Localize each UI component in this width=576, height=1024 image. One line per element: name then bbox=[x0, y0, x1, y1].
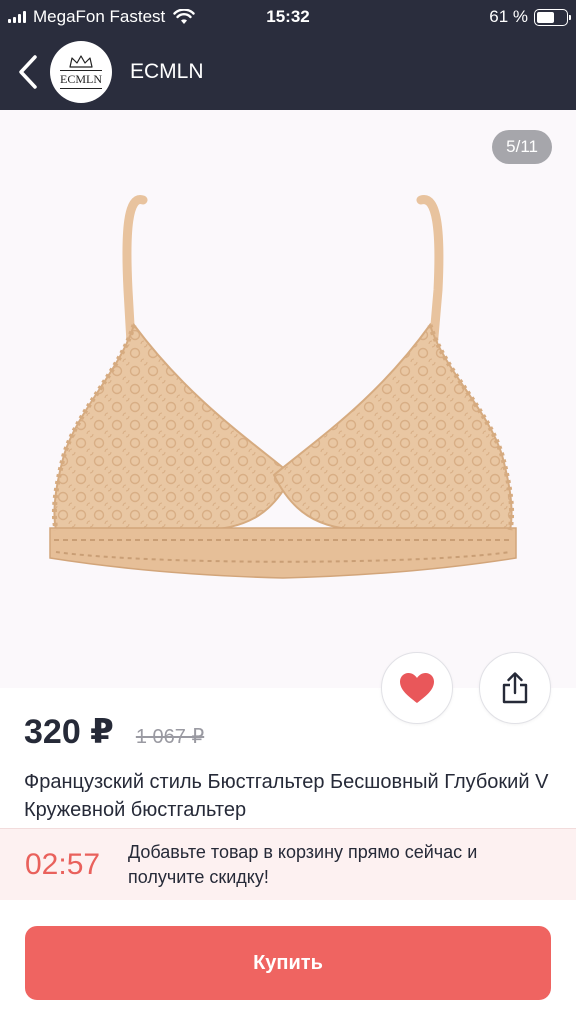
wifi-icon bbox=[173, 9, 195, 24]
battery-icon bbox=[534, 8, 571, 26]
app-header: MegaFon Fastest 15:32 61 % ECMLN ECMLN bbox=[0, 0, 576, 110]
favorite-button[interactable] bbox=[381, 652, 453, 724]
promo-banner: 02:57 Добавьте товар в корзину прямо сей… bbox=[0, 828, 576, 900]
carrier-name: MegaFon Fastest bbox=[33, 7, 166, 26]
share-icon bbox=[502, 672, 528, 704]
shop-logo[interactable]: ECMLN bbox=[50, 41, 112, 103]
battery-fill bbox=[537, 11, 555, 23]
price-row: 320 ₽ 1 067 ₽ bbox=[24, 712, 204, 752]
promo-text: Добавьте товар в корзину прямо сейчас и … bbox=[128, 841, 478, 887]
status-right: 61 % bbox=[489, 7, 571, 27]
chevron-left-icon bbox=[19, 55, 37, 89]
status-bar: MegaFon Fastest 15:32 61 % bbox=[0, 0, 576, 34]
logo-text: ECMLN bbox=[60, 70, 102, 89]
price: 320 ₽ bbox=[24, 713, 114, 751]
signal-icon bbox=[8, 11, 26, 23]
product-image-gallery[interactable]: 5/11 bbox=[0, 110, 576, 688]
battery-percent: 61 % bbox=[489, 7, 528, 26]
heart-icon bbox=[400, 673, 434, 703]
image-counter: 5/11 bbox=[492, 130, 552, 164]
product-photo bbox=[49, 195, 517, 579]
status-left: MegaFon Fastest bbox=[8, 7, 195, 27]
buy-button[interactable]: Купить bbox=[25, 926, 551, 1000]
old-price: 1 067 ₽ bbox=[135, 726, 205, 748]
share-button[interactable] bbox=[479, 652, 551, 724]
back-button[interactable] bbox=[6, 42, 50, 102]
countdown-timer: 02:57 bbox=[25, 847, 101, 881]
product-title: Французский стиль Бюстгальтер Бесшовный … bbox=[24, 771, 549, 821]
nav-bar: ECMLN ECMLN bbox=[0, 34, 576, 110]
crown-icon bbox=[69, 55, 93, 68]
shop-name[interactable]: ECMLN bbox=[130, 60, 204, 84]
